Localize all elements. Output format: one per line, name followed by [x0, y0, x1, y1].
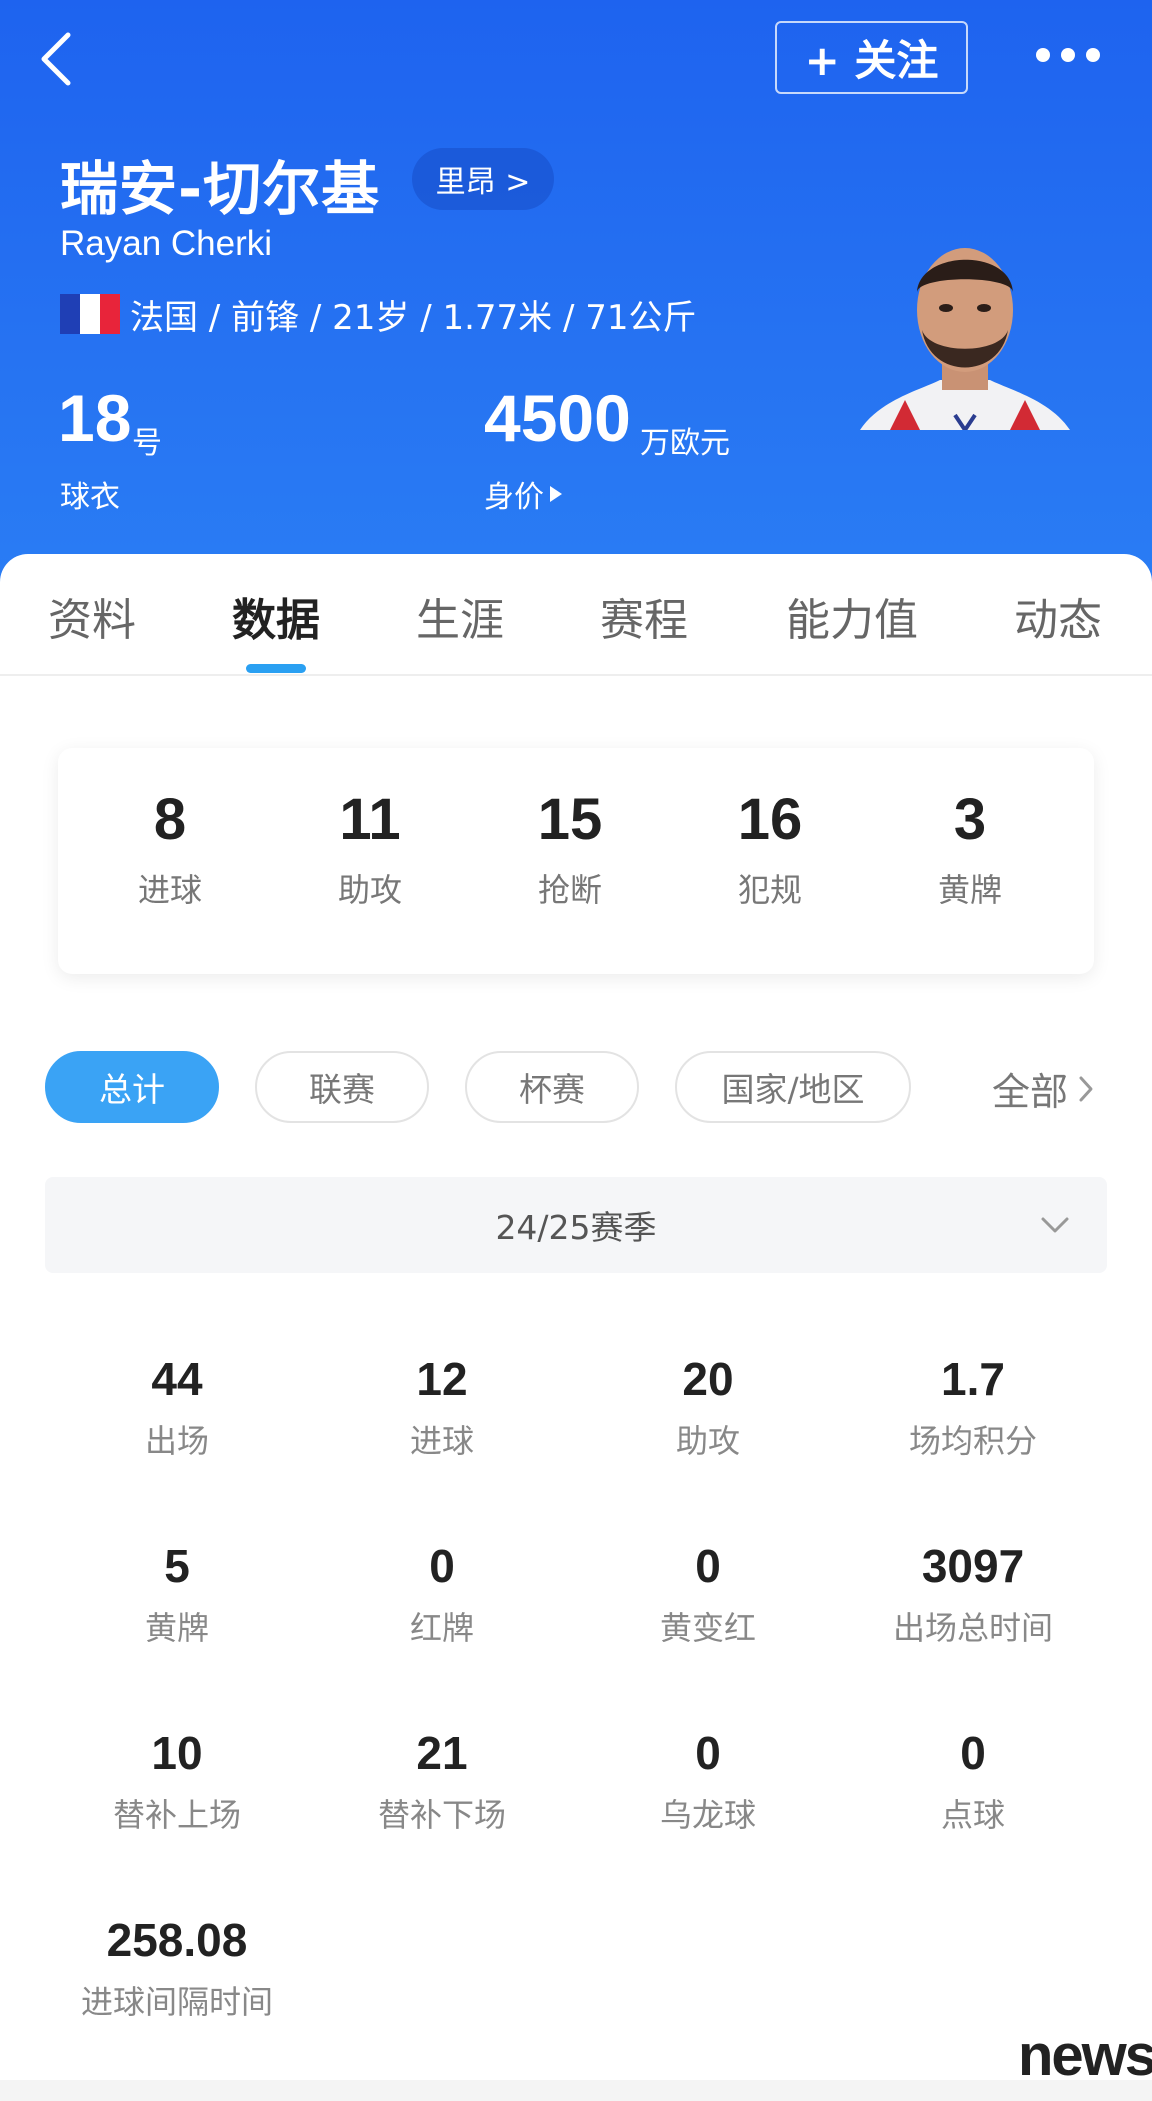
tab-ratings[interactable]: 能力值 — [786, 584, 918, 648]
summary-card: 8 进球 11 助攻 15 抢断 16 犯规 3 黄牌 — [58, 748, 1094, 974]
stat-label: 黄牌 — [144, 1609, 209, 1647]
market-value-label: 身价 — [484, 480, 544, 515]
summary-label: 助攻 — [337, 871, 402, 909]
tab-stats[interactable]: 数据 — [232, 584, 320, 648]
stat-value: 1.7 — [941, 1353, 1005, 1405]
stat-label: 乌龙球 — [659, 1796, 756, 1834]
active-tab-indicator — [246, 664, 306, 673]
summary-value: 16 — [737, 787, 803, 852]
summary-item: 11 助攻 — [270, 786, 470, 911]
stat-item: 12 进球 — [310, 1352, 574, 1462]
summary-item: 3 黄牌 — [870, 786, 1070, 911]
stat-item: 0 点球 — [841, 1726, 1105, 1836]
stat-value: 21 — [416, 1727, 468, 1779]
summary-label: 黄牌 — [937, 871, 1002, 909]
france-flag-icon — [60, 294, 120, 334]
shirt-label: 球衣 — [60, 480, 120, 515]
stat-label: 进球 — [409, 1422, 474, 1460]
stat-label: 场均积分 — [908, 1422, 1037, 1460]
stat-item: 10 替补上场 — [45, 1726, 309, 1836]
market-value-link[interactable]: 身价 — [484, 472, 562, 516]
stat-value: 0 — [960, 1727, 986, 1779]
summary-label: 抢断 — [537, 871, 602, 909]
more-options-icon[interactable] — [1036, 40, 1146, 70]
stat-value: 5 — [164, 1540, 190, 1592]
stat-item: 258.08 进球间隔时间 — [45, 1913, 309, 2023]
summary-label: 进球 — [137, 871, 202, 909]
stat-value: 3097 — [921, 1540, 1025, 1592]
content-sheet: 资料 数据 生涯 赛程 能力值 动态 8 进球 11 助攻 15 抢断 16 犯… — [0, 554, 1152, 2101]
club-link[interactable]: 里昂 > — [412, 148, 554, 210]
chevron-right-icon — [1079, 1076, 1093, 1101]
stat-value: 12 — [416, 1353, 468, 1405]
season-selector[interactable]: 24/25赛季 — [45, 1177, 1107, 1273]
tab-career[interactable]: 生涯 — [416, 584, 504, 648]
summary-item: 8 进球 — [70, 786, 270, 911]
stat-label: 进球间隔时间 — [80, 1983, 273, 2021]
stat-value: 258.08 — [106, 1914, 248, 1966]
stat-label: 点球 — [940, 1796, 1005, 1834]
stat-item: 20 助攻 — [576, 1352, 840, 1462]
filter-total[interactable]: 总计 — [45, 1051, 219, 1123]
stat-label: 黄变红 — [659, 1609, 756, 1647]
market-value-unit: 万欧元 — [640, 426, 730, 461]
stat-value: 20 — [682, 1353, 734, 1405]
tab-schedule[interactable]: 赛程 — [600, 584, 688, 648]
stat-item: 0 红牌 — [310, 1539, 574, 1649]
summary-value: 3 — [953, 787, 987, 852]
filter-national[interactable]: 国家/地区 — [675, 1051, 911, 1123]
shirt-number: 18 — [58, 381, 132, 455]
stat-label: 替补上场 — [112, 1796, 241, 1834]
filter-cup[interactable]: 杯赛 — [465, 1051, 639, 1123]
back-button[interactable] — [30, 28, 80, 90]
caret-right-icon — [550, 486, 562, 502]
tab-news[interactable]: 动态 — [1014, 584, 1102, 648]
tab-profile[interactable]: 资料 — [48, 584, 136, 648]
stat-item: 0 黄变红 — [576, 1539, 840, 1649]
stat-value: 0 — [429, 1540, 455, 1592]
filter-all-button[interactable]: 全部 — [992, 1061, 1094, 1116]
player-name: 瑞安-切尔基 — [60, 155, 381, 223]
news-watermark: news — [1018, 2023, 1152, 2088]
stat-value: 10 — [151, 1727, 203, 1779]
stat-label: 出场总时间 — [892, 1609, 1053, 1647]
player-info: 法国 / 前锋 / 21岁 / 1.77米 / 71公斤 — [130, 298, 697, 338]
chevron-left-icon — [41, 32, 71, 86]
summary-item: 15 抢断 — [470, 786, 670, 911]
stat-label: 红牌 — [409, 1609, 474, 1647]
stat-item: 1.7 场均积分 — [841, 1352, 1105, 1462]
player-header: + 关注 瑞安-切尔基 里昂 > Rayan Cherki 法国 / 前锋 / … — [0, 0, 1152, 600]
tab-bar: 资料 数据 生涯 赛程 能力值 动态 — [0, 554, 1152, 676]
stat-value: 0 — [695, 1727, 721, 1779]
stat-value: 0 — [695, 1540, 721, 1592]
market-value: 4500 — [484, 381, 631, 455]
follow-button[interactable]: + 关注 — [775, 21, 968, 94]
stat-value: 44 — [151, 1353, 203, 1405]
footer-strip — [0, 2080, 1152, 2101]
summary-value: 8 — [153, 787, 187, 852]
filter-all-label: 全部 — [992, 1070, 1069, 1114]
summary-label: 犯规 — [737, 871, 802, 909]
stat-item: 44 出场 — [45, 1352, 309, 1462]
summary-value: 15 — [537, 787, 603, 852]
season-label: 24/25赛季 — [495, 1208, 657, 1247]
stat-label: 助攻 — [675, 1422, 740, 1460]
summary-item: 16 犯规 — [670, 786, 870, 911]
summary-value: 11 — [339, 787, 401, 852]
filter-league[interactable]: 联赛 — [255, 1051, 429, 1123]
stat-label: 替补下场 — [377, 1796, 506, 1834]
stat-label: 出场 — [144, 1422, 209, 1460]
stat-item: 0 乌龙球 — [576, 1726, 840, 1836]
shirt-number-unit: 号 — [132, 426, 162, 461]
stat-item: 5 黄牌 — [45, 1539, 309, 1649]
player-name-english: Rayan Cherki — [60, 224, 273, 263]
player-photo — [860, 248, 1070, 430]
stat-item: 21 替补下场 — [310, 1726, 574, 1836]
stat-item: 3097 出场总时间 — [841, 1539, 1105, 1649]
chevron-down-icon — [1041, 1217, 1069, 1233]
